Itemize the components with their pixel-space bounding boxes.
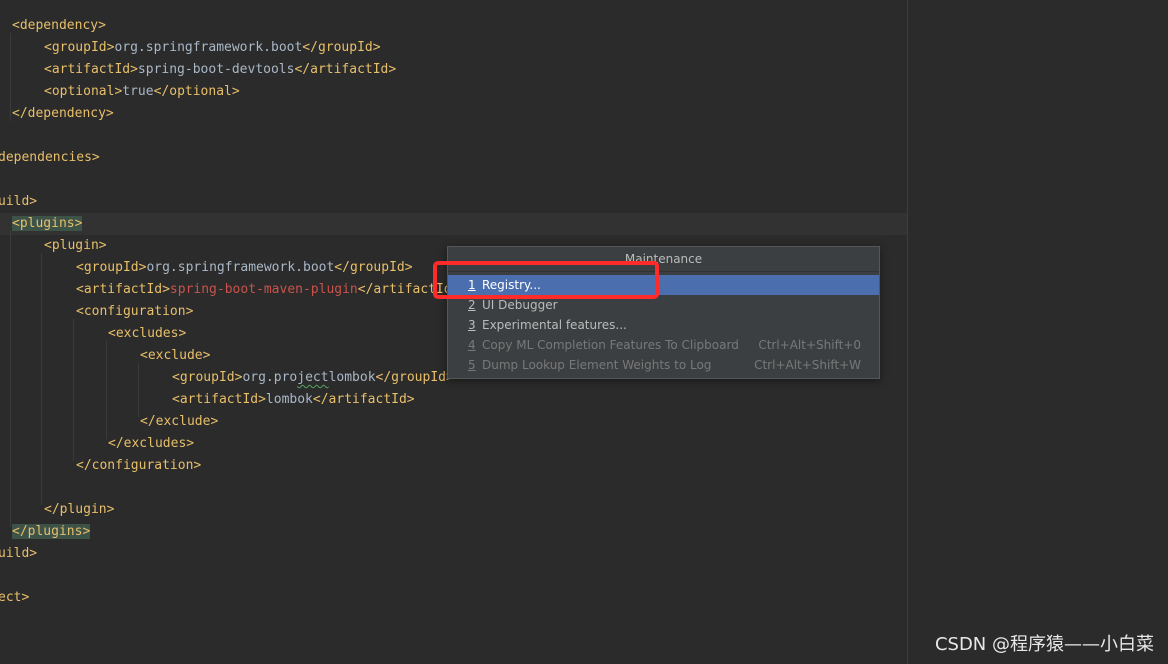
menu-item-registry[interactable]: 1 Registry... (448, 275, 879, 295)
menu-item-label: UI Debugger (482, 298, 558, 312)
menu-item-dump-lookup-element-weights-to-log[interactable]: 5 Dump Lookup Element Weights to Log Ctrl+… (448, 355, 879, 375)
popup-title: Maintenance (448, 247, 879, 272)
code-line[interactable]: </excludes> (108, 433, 194, 455)
code-line[interactable]: <excludes> (108, 323, 186, 345)
indent-guide (138, 363, 139, 417)
code-line[interactable]: </plugins> (12, 521, 91, 543)
code-token: <excludes> (108, 326, 187, 341)
code-token: org.springframework.boot (146, 260, 335, 275)
code-line[interactable]: <groupId>org.springframework.boot</group… (44, 37, 381, 59)
code-token: lombok (328, 370, 376, 385)
code-token: </configuration> (76, 458, 202, 473)
code-token: <groupId> (44, 40, 115, 55)
code-line[interactable]: <plugin> (44, 235, 107, 257)
code-token: </excludes> (108, 436, 195, 451)
code-line[interactable]: <optional>true</optional> (44, 81, 240, 103)
code-line[interactable]: <artifactId>spring-boot-maven-plugin</ar… (76, 279, 460, 301)
code-line[interactable]: <groupId>org.projectlombok</groupId> (172, 367, 454, 389)
code-line[interactable]: <artifactId>spring-boot-devtools</artifa… (44, 59, 396, 81)
menu-item-shortcut: Ctrl+Alt+Shift+W (754, 358, 861, 372)
code-token: <artifactId> (76, 282, 170, 297)
code-token: org.pro (242, 370, 298, 385)
code-token: ject (297, 370, 329, 385)
code-token: dependencies> (0, 150, 100, 165)
code-token: <plugin> (44, 238, 107, 253)
menu-item-copy-ml-completion-features-to-clipboard[interactable]: 4 Copy ML Completion Features To Clipboar… (448, 335, 879, 355)
indent-guide (10, 33, 11, 121)
maintenance-popup[interactable]: Maintenance 1 Registry... 2 UI Debugger 3 Exp… (447, 246, 880, 379)
code-token: </optional> (153, 84, 240, 99)
code-line[interactable]: </dependency> (12, 103, 114, 125)
code-token: spring-boot-maven-plugin (169, 282, 358, 297)
code-line[interactable]: <exclude> (140, 345, 210, 367)
code-token: <exclude> (140, 348, 211, 363)
code-token: </groupId> (375, 370, 454, 385)
code-line[interactable]: ect> (0, 587, 29, 609)
menu-item-label: Experimental features... (482, 318, 627, 332)
code-token: true (122, 84, 154, 99)
code-line[interactable]: <artifactId>lombok</artifactId> (172, 389, 415, 411)
code-line[interactable]: uild> (0, 543, 37, 565)
menu-item-ui-debugger[interactable]: 2 UI Debugger (448, 295, 879, 315)
code-token: </plugin> (44, 502, 115, 517)
menu-item-label: Registry... (482, 278, 541, 292)
code-line[interactable]: </configuration> (76, 455, 201, 477)
code-token: </groupId> (302, 40, 381, 55)
indent-guide (41, 253, 42, 505)
code-token: </artifactId> (294, 62, 397, 77)
code-token: </artifactId> (312, 392, 415, 407)
code-token: <dependency> (12, 18, 106, 33)
code-token: <plugins> (12, 216, 83, 231)
code-token: <groupId> (172, 370, 243, 385)
code-line[interactable]: <configuration> (76, 301, 193, 323)
code-token: </exclude> (140, 414, 219, 429)
code-line[interactable]: <groupId>org.springframework.boot</group… (76, 257, 413, 279)
menu-item-shortcut: Ctrl+Alt+Shift+0 (758, 338, 861, 352)
menu-item-number: 4 (468, 338, 476, 352)
watermark: CSDN @程序猿——小白菜 (934, 634, 1154, 655)
code-token: </groupId> (334, 260, 413, 275)
indent-guide (106, 341, 107, 439)
current-line-highlight (0, 213, 907, 235)
code-line[interactable]: <plugins> (12, 213, 83, 235)
menu-item-label: Copy ML Completion Features To Clipboard (482, 338, 739, 352)
code-line[interactable]: </exclude> (140, 411, 218, 433)
code-token: lombok (265, 392, 313, 407)
menu-item-number: 2 (468, 298, 476, 312)
code-line[interactable]: uild> (0, 191, 37, 213)
code-token: <artifactId> (44, 62, 138, 77)
code-line[interactable]: <dependency> (12, 15, 106, 37)
code-token: <artifactId> (172, 392, 266, 407)
popup-menu-list[interactable]: 1 Registry... 2 UI Debugger 3 Experimental fe… (448, 272, 879, 375)
menu-item-experimental-features[interactable]: 3 Experimental features... (448, 315, 879, 335)
code-token: </artifactId> (357, 282, 460, 297)
indent-guide (10, 231, 11, 527)
menu-item-label: Dump Lookup Element Weights to Log (482, 358, 712, 372)
right-margin-guide (907, 0, 908, 664)
menu-item-number: 3 (468, 318, 476, 332)
menu-item-number: 1 (468, 278, 476, 292)
code-token: ect> (0, 590, 30, 605)
code-token: uild> (0, 194, 38, 209)
code-line[interactable]: dependencies> (0, 147, 100, 169)
code-line[interactable]: </plugin> (44, 499, 114, 521)
indent-guide (73, 319, 74, 461)
code-token: <optional> (44, 84, 123, 99)
code-token: spring-boot-devtools (137, 62, 295, 77)
menu-item-number: 5 (468, 358, 476, 372)
code-token: <groupId> (76, 260, 147, 275)
code-token: uild> (0, 546, 38, 561)
code-token: </dependency> (12, 106, 114, 121)
code-token: </plugins> (12, 524, 91, 539)
code-token: <configuration> (76, 304, 194, 319)
code-token: org.springframework.boot (114, 40, 303, 55)
